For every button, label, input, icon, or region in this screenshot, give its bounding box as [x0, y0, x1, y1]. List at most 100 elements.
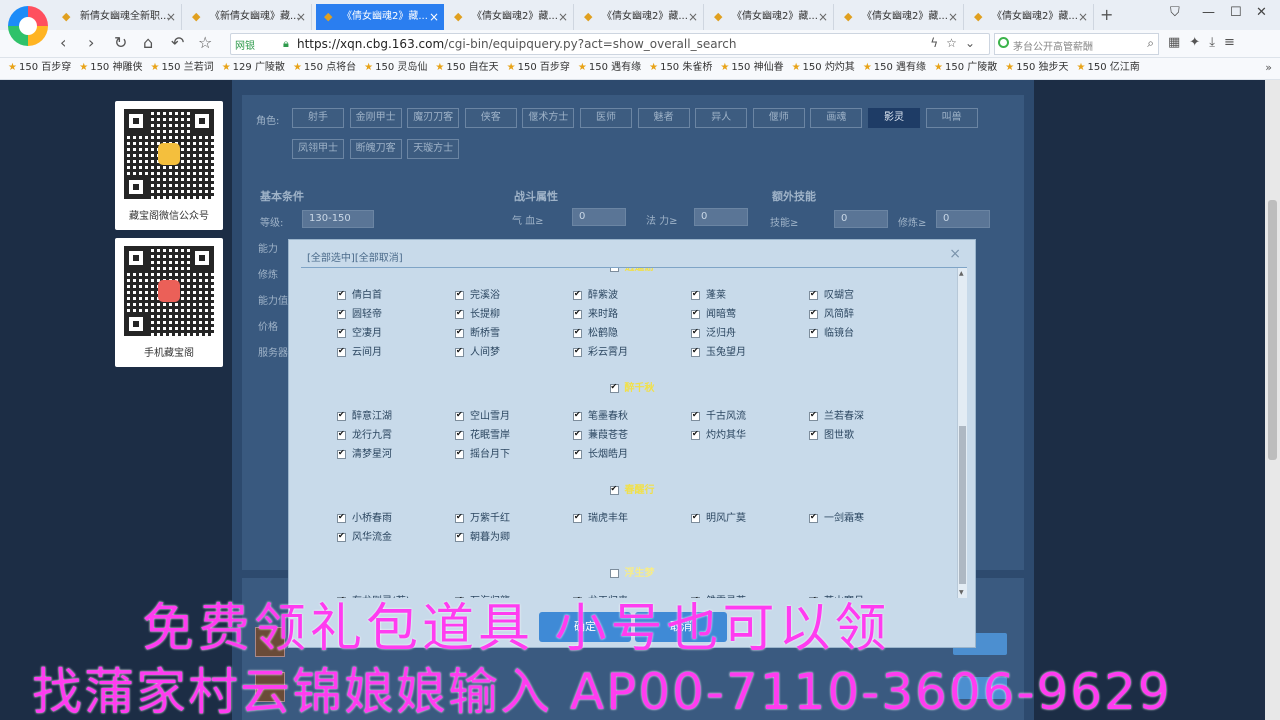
option-checkbox[interactable] [691, 327, 700, 338]
browser-tab[interactable]: ◆ 《倩女幽魂2》藏... × [836, 4, 964, 30]
role-button[interactable]: 断魄刀客 [349, 139, 402, 159]
appearance-option[interactable]: 断桥雪 [455, 324, 573, 340]
browser-tab[interactable]: ◆ 《倩女幽魂2》藏... × [966, 4, 1094, 30]
appearance-option[interactable]: 长提柳 [455, 305, 573, 321]
new-tab-plus-icon[interactable]: + [1100, 5, 1113, 24]
group-checkbox[interactable] [609, 268, 619, 272]
appearance-option[interactable]: 空山雪月 [455, 407, 573, 423]
close-icon[interactable]: × [558, 4, 568, 30]
option-checkbox[interactable] [455, 327, 464, 338]
appearance-option[interactable]: 临镜台 [809, 324, 927, 340]
option-checkbox[interactable] [573, 346, 582, 357]
option-checkbox[interactable] [455, 346, 464, 357]
appearance-option[interactable]: 松鹤隐 [573, 324, 691, 340]
toolbar-extensions[interactable]: ▦✦⤓≡ [1168, 35, 1244, 50]
role-button[interactable]: 异人 [695, 108, 748, 128]
appearance-option[interactable]: 空凄月 [337, 324, 455, 340]
close-icon[interactable]: × [818, 4, 828, 30]
role-button[interactable]: 金刚甲士 [349, 108, 402, 128]
more-bookmarks-icon[interactable]: » [1265, 61, 1272, 74]
group-title[interactable]: 春醒行 [307, 481, 957, 496]
role-button[interactable]: 画魂 [810, 108, 863, 128]
deselect-all-link[interactable]: [全部取消] [355, 253, 403, 264]
close-icon[interactable]: × [688, 4, 698, 30]
apps-grid-icon[interactable]: ▦ [1168, 35, 1189, 50]
browser-tab[interactable]: ◆ 《新倩女幽魂》藏... × [184, 4, 312, 30]
appearance-option[interactable]: 花眠雪岸 [455, 426, 573, 442]
role-button[interactable]: 叫兽 [925, 108, 978, 128]
back-icon[interactable]: ‹ [60, 33, 66, 52]
appearance-option[interactable]: 清梦星河 [337, 445, 455, 461]
url-text[interactable]: https://xqn.cbg.163.com/cgi-bin/equipque… [297, 37, 736, 51]
browser-tab[interactable]: ◆ 《倩女幽魂2》藏... × [576, 4, 704, 30]
bookmark-item[interactable]: ★ 150 点将台 [293, 58, 356, 78]
scroll-thumb[interactable] [959, 426, 966, 584]
option-checkbox[interactable] [691, 410, 700, 421]
appearance-option[interactable]: 朝暮为卿 [455, 528, 573, 544]
menu-icon[interactable]: ≡ [1224, 35, 1244, 50]
appearance-option[interactable]: 蓬莱 [691, 286, 809, 302]
option-checkbox[interactable] [337, 531, 346, 542]
appearance-option[interactable]: 倩白首 [337, 286, 455, 302]
option-checkbox[interactable] [809, 308, 818, 319]
bookmark-item[interactable]: ★ 150 广陵散 [934, 58, 997, 78]
appearance-option[interactable]: 蒹葭苍苍 [573, 426, 691, 442]
option-checkbox[interactable] [455, 429, 464, 440]
role-button[interactable]: 影灵 [868, 108, 920, 128]
level-select[interactable]: 130-150 [302, 210, 374, 228]
browser-tab[interactable]: ◆ 《倩女幽魂2》藏... × [706, 4, 834, 30]
select-all-link[interactable]: [全部选中] [307, 253, 355, 264]
option-checkbox[interactable] [337, 429, 346, 440]
search-input[interactable]: 茅台公开高管薪酬 [1013, 38, 1093, 53]
browser-tab[interactable]: ◆ 新倩女幽魂全新职... × [54, 4, 182, 30]
appearance-option[interactable]: 灼灼其华 [691, 426, 809, 442]
home-icon[interactable]: ⌂ [143, 33, 153, 52]
close-icon[interactable]: × [948, 4, 958, 30]
bookmark-item[interactable]: ★ 150 自在天 [435, 58, 498, 78]
appearance-option[interactable]: 叹蝴宫 [809, 286, 927, 302]
appearance-option[interactable]: 彩云霄月 [573, 343, 691, 359]
bookmark-item[interactable]: ★ 150 神雕侠 [79, 58, 142, 78]
option-checkbox[interactable] [455, 410, 464, 421]
option-checkbox[interactable] [337, 327, 346, 338]
shirt-skin-icon[interactable]: ⛉ [1170, 5, 1180, 20]
window-close-icon[interactable]: ✕ [1256, 5, 1267, 20]
option-checkbox[interactable] [809, 410, 818, 421]
mp-input[interactable]: 0 [694, 208, 748, 226]
browser-tab-active[interactable]: ◆ 《倩女幽魂2》藏... × [316, 4, 444, 30]
appearance-option[interactable]: 来时路 [573, 305, 691, 321]
bookmark-item[interactable]: ★ 129 广陵散 [222, 58, 285, 78]
group-title[interactable]: 浮生梦 [307, 564, 957, 579]
appearance-option[interactable]: 人间梦 [455, 343, 573, 359]
group-checkbox[interactable] [609, 484, 619, 495]
appearance-option[interactable]: 醉紫波 [573, 286, 691, 302]
appearance-option[interactable]: 一剑霜寒 [809, 509, 927, 525]
role-button[interactable]: 魅者 [637, 108, 690, 128]
appearance-option[interactable]: 闻暗莺 [691, 305, 809, 321]
close-icon[interactable]: × [949, 246, 961, 262]
minimize-icon[interactable]: — [1202, 5, 1215, 20]
search-icon[interactable]: ⌕ [1147, 36, 1154, 51]
undo-close-icon[interactable]: ↶ [171, 33, 184, 52]
appearance-option[interactable]: 玉兔望月 [691, 343, 809, 359]
appearance-option[interactable]: 风华流金 [337, 528, 455, 544]
bookmark-item[interactable]: ★ 150 灵岛仙 [364, 58, 427, 78]
role-button[interactable]: 医师 [580, 108, 632, 128]
appearance-option[interactable]: 笔墨春秋 [573, 407, 691, 423]
bookmark-star-icon[interactable]: ☆ [946, 36, 965, 50]
option-checkbox[interactable] [573, 448, 582, 459]
option-checkbox[interactable] [573, 410, 582, 421]
bookmark-item[interactable]: ★ 150 百步穿 [8, 58, 71, 78]
appearance-option[interactable]: 瑞虎丰年 [573, 509, 691, 525]
appearance-option[interactable]: 图世歌 [809, 426, 927, 442]
bookmark-item[interactable]: ★ 150 神仙眷 [720, 58, 783, 78]
option-checkbox[interactable] [573, 512, 582, 523]
lightning-icon[interactable]: ϟ [930, 36, 946, 50]
role-button[interactable]: 偃术方士 [522, 108, 575, 128]
role-button[interactable]: 射手 [292, 108, 344, 128]
download-icon[interactable]: ⤓ [1209, 35, 1224, 50]
bookmark-item[interactable]: ★ 150 百步穿 [507, 58, 570, 78]
appearance-option[interactable]: 万紫千红 [455, 509, 573, 525]
option-checkbox[interactable] [809, 327, 818, 338]
bookmark-item[interactable]: ★ 150 独步天 [1005, 58, 1068, 78]
